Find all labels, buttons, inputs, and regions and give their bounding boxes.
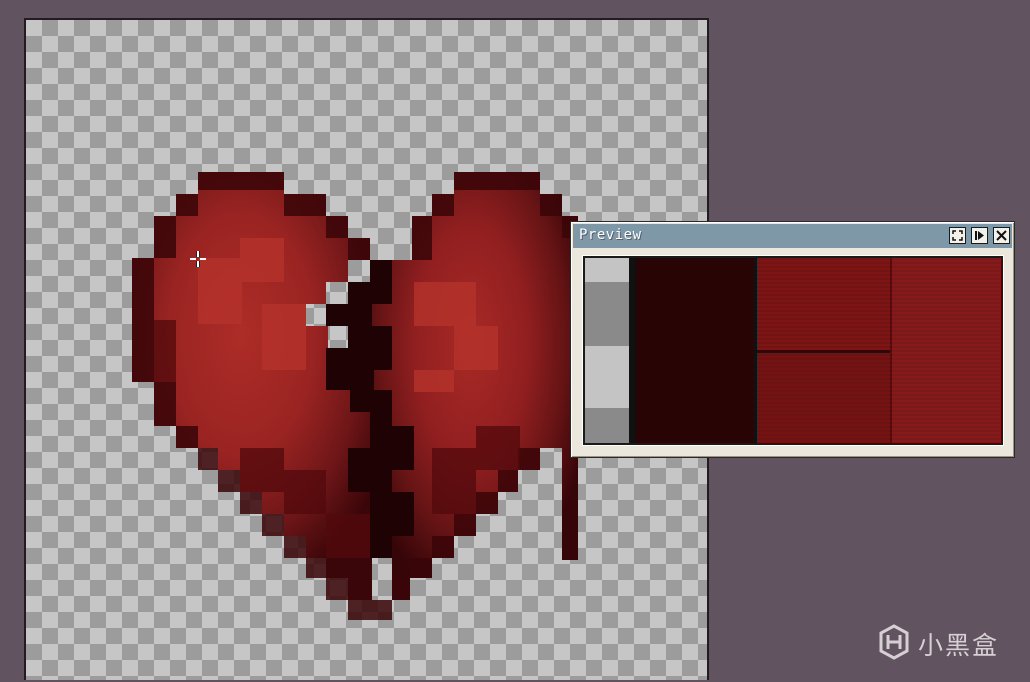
watermark: 小黑盒 [874,622,1004,662]
preview-zoomed-image [585,258,1001,443]
crosshair-cursor-icon [190,251,206,267]
watermark-text: 小黑盒 [918,631,1000,660]
play-button[interactable] [971,227,988,244]
maximize-button[interactable] [949,227,966,244]
preview-window[interactable]: Preview [570,221,1015,458]
maximize-icon [951,229,964,242]
preview-titlebar[interactable]: Preview [573,224,1012,248]
preview-viewport [583,256,1003,445]
play-icon [975,231,984,240]
preview-title: Preview [579,227,642,243]
close-button[interactable] [993,227,1010,244]
heybox-logo-icon [879,624,909,660]
close-icon [996,230,1007,241]
